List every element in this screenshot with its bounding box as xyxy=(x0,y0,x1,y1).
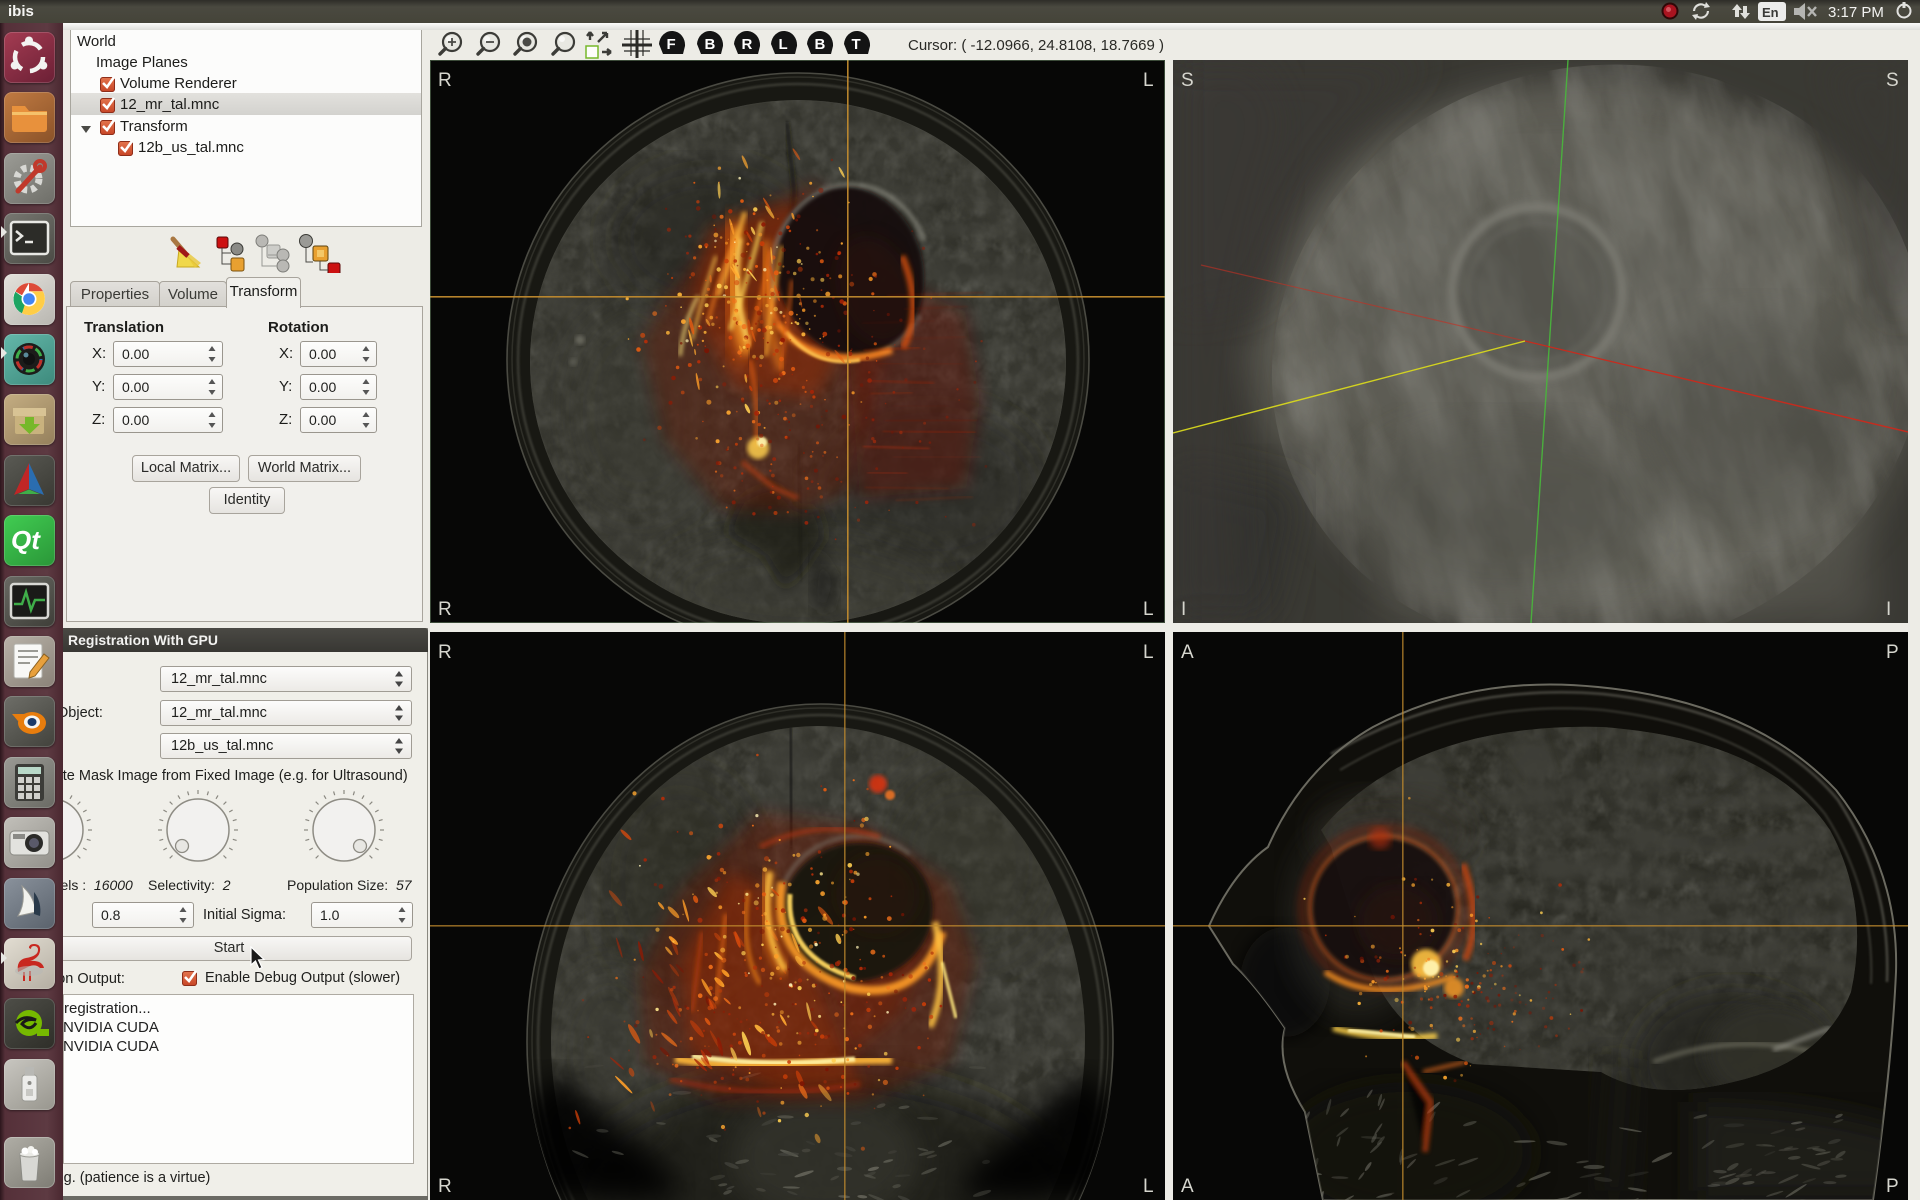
svg-text:R: R xyxy=(438,70,452,91)
svg-text:R: R xyxy=(742,36,753,53)
svg-text:Cursor: ( -12.0966, 24.8108, 1: Cursor: ( -12.0966, 24.8108, 18.7669 ) xyxy=(908,37,1164,54)
svg-text:L: L xyxy=(1143,642,1154,663)
svg-text:R: R xyxy=(438,642,452,663)
svg-text:B: B xyxy=(705,36,716,53)
svg-text:F: F xyxy=(667,36,676,53)
svg-text:A: A xyxy=(1181,642,1194,663)
svg-text:R: R xyxy=(438,1176,452,1197)
svg-text:P: P xyxy=(1886,1176,1899,1197)
svg-text:3:17 PM: 3:17 PM xyxy=(1828,4,1884,21)
svg-text:S: S xyxy=(1886,70,1899,91)
svg-text:T: T xyxy=(852,36,861,53)
svg-text:En: En xyxy=(1762,5,1779,20)
svg-text:S: S xyxy=(1181,70,1194,91)
svg-text:L: L xyxy=(1143,599,1154,620)
svg-text:I: I xyxy=(1181,599,1186,620)
svg-text:B: B xyxy=(815,36,826,53)
svg-text:P: P xyxy=(1886,642,1899,663)
svg-text:R: R xyxy=(438,599,452,620)
svg-text:L: L xyxy=(1143,70,1154,91)
svg-text:L: L xyxy=(1143,1176,1154,1197)
svg-text:A: A xyxy=(1181,1176,1194,1197)
svg-text:Qt: Qt xyxy=(11,525,41,555)
svg-text:L: L xyxy=(779,36,788,53)
svg-text:I: I xyxy=(1886,599,1891,620)
